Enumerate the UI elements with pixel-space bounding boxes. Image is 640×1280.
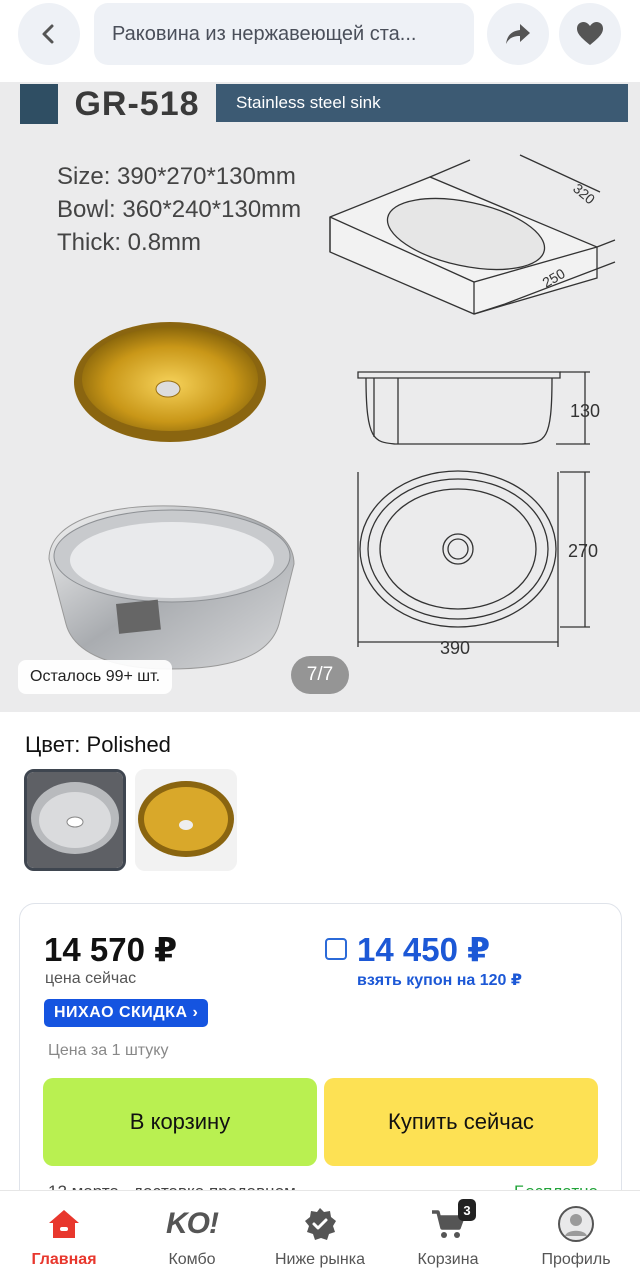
bottom-navigation: Главная KO! Комбо Ниже рынка 3 Корзина П…	[0, 1190, 640, 1280]
chevron-left-icon	[42, 24, 54, 44]
ko-logo-text: KO!	[166, 1207, 219, 1240]
coupon-checkbox[interactable]	[325, 938, 347, 960]
color-option-gold[interactable]	[135, 769, 237, 871]
product-title-field[interactable]: Раковина из нержавеющей ста...	[94, 3, 474, 65]
coupon-price[interactable]: 14 450 ₽	[357, 930, 490, 969]
nav-combo-label: Комбо	[168, 1251, 216, 1268]
nav-combo[interactable]: KO! Комбо	[128, 1191, 256, 1280]
nav-home-label: Главная	[31, 1251, 97, 1268]
buy-now-button[interactable]: Купить сейчас	[324, 1078, 598, 1166]
gold-swatch-image	[135, 769, 237, 871]
top-view	[357, 470, 590, 647]
cart-count-badge: 3	[458, 1199, 476, 1221]
gold-sink-image	[74, 322, 266, 442]
profile-icon	[556, 1205, 596, 1243]
nihao-discount-badge[interactable]: НИХАО СКИДКА ›	[44, 999, 209, 1027]
product-image-gallery[interactable]: GR-518 Stainless steel sink Size: 390*27…	[0, 82, 640, 712]
side-view	[357, 371, 590, 445]
top-bar: Раковина из нержавеющей ста...	[0, 0, 640, 82]
image-counter: 7/7	[291, 656, 349, 694]
nav-profile[interactable]: Профиль	[512, 1191, 640, 1280]
add-to-cart-button[interactable]: В корзину	[43, 1078, 317, 1166]
current-price: 14 570 ₽	[44, 931, 178, 968]
product-page: Раковина из нержавеющей ста... GR-518 St…	[0, 0, 640, 1280]
share-button[interactable]	[487, 3, 549, 65]
coupon-text[interactable]: взять купон на 120 ₽	[357, 970, 522, 990]
silver-sink-image	[48, 505, 295, 670]
nav-below-market-label: Ниже рынка	[274, 1251, 366, 1268]
product-title: Раковина из нержавеющей ста...	[112, 22, 417, 45]
color-label: Цвет: Polished	[25, 732, 171, 757]
dim-top-a: 320	[570, 180, 598, 207]
dim-length: 390	[440, 638, 470, 658]
dim-width: 270	[568, 541, 598, 561]
price-card: 14 570 ₽ цена сейчас НИХАО СКИДКА › Цена…	[19, 903, 622, 1223]
favorite-button[interactable]	[559, 3, 621, 65]
nav-home[interactable]: Главная	[0, 1191, 128, 1280]
home-icon	[44, 1205, 84, 1243]
back-button[interactable]	[18, 3, 80, 65]
nav-cart-label: Корзина	[417, 1251, 479, 1268]
share-arrow-icon	[506, 24, 530, 44]
stock-badge: Осталось 99+ шт.	[18, 660, 173, 694]
color-option-polished[interactable]	[24, 769, 126, 871]
nav-below-market[interactable]: Ниже рынка	[256, 1191, 384, 1280]
isometric-view	[329, 154, 616, 315]
nav-profile-label: Профиль	[541, 1251, 611, 1268]
dim-height: 130	[570, 401, 600, 421]
nav-cart[interactable]: 3 Корзина	[384, 1191, 512, 1280]
unit-price-note: Цена за 1 штуку	[48, 1042, 169, 1059]
current-price-caption: цена сейчас	[45, 970, 137, 987]
heart-icon	[577, 22, 603, 45]
ko-icon: KO!	[166, 1205, 219, 1243]
badge-check-icon	[300, 1205, 340, 1243]
polished-swatch-image	[27, 772, 123, 868]
